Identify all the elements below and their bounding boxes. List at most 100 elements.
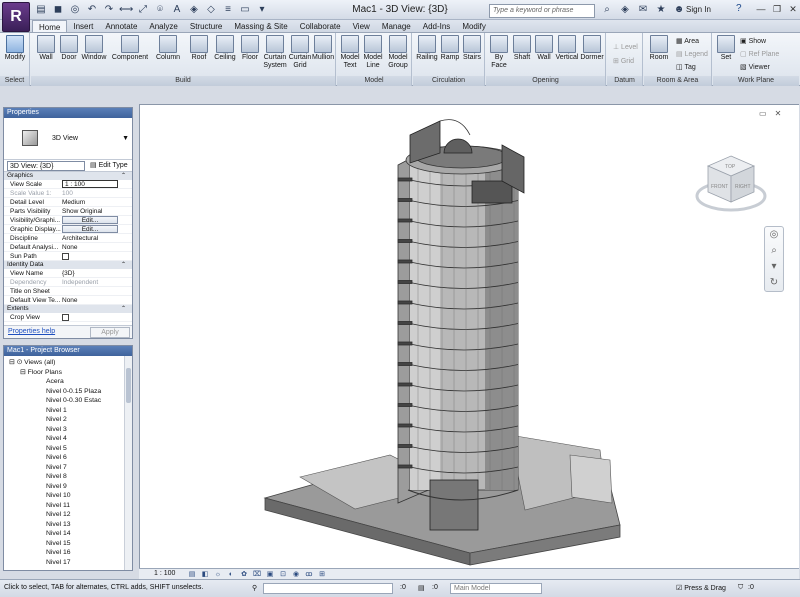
save-icon[interactable]: ◼ bbox=[51, 3, 65, 17]
view-scale-input[interactable]: 1 : 100 bbox=[62, 180, 118, 188]
railing-button[interactable]: Railing bbox=[415, 35, 439, 62]
tab-modify[interactable]: Modify bbox=[456, 20, 492, 32]
list-item[interactable]: Nivel 0-0.15 Plaza bbox=[4, 387, 124, 397]
close-view-icon[interactable]: ✕ bbox=[775, 109, 782, 118]
text-icon[interactable]: A bbox=[170, 3, 184, 17]
rendering-icon[interactable]: ✿ bbox=[239, 570, 249, 579]
list-item[interactable]: Nivel 4 bbox=[4, 434, 124, 444]
visual-style-icon[interactable]: ◧ bbox=[200, 570, 210, 579]
list-item[interactable]: Nivel 0-0.30 Estac bbox=[4, 396, 124, 406]
level-button[interactable]: ⊥ Level bbox=[613, 43, 638, 51]
tab-massing-site[interactable]: Massing & Site bbox=[228, 20, 293, 32]
dimension-icon[interactable]: ⤢ bbox=[136, 3, 150, 17]
model-text-button[interactable]: Model Text bbox=[339, 35, 361, 70]
group-graphics[interactable]: Graphics ⌃ bbox=[4, 172, 132, 180]
view-scale-control[interactable]: 1 : 100 bbox=[154, 570, 175, 577]
tab-home[interactable]: Home bbox=[32, 20, 68, 32]
tab-add-ins[interactable]: Add-Ins bbox=[417, 20, 457, 32]
list-item[interactable]: Nivel 8 bbox=[4, 472, 124, 482]
group-extents[interactable]: Extents ⌃ bbox=[4, 305, 132, 313]
room-button[interactable]: Room bbox=[646, 35, 672, 62]
thin-lines-icon[interactable]: ≡ bbox=[221, 3, 235, 17]
communication-icon[interactable]: ✉ bbox=[636, 3, 650, 17]
tab-structure[interactable]: Structure bbox=[184, 20, 228, 32]
list-item[interactable]: Nivel 14 bbox=[4, 529, 124, 539]
tab-analyze[interactable]: Analyze bbox=[143, 20, 183, 32]
press-drag-toggle[interactable]: ☑ Press & Drag bbox=[676, 584, 726, 592]
view-instance-dropdown[interactable]: 3D View: {3D} bbox=[7, 161, 85, 171]
sync-icon[interactable]: ◎ bbox=[68, 3, 82, 17]
detail-level-value[interactable]: Medium bbox=[62, 198, 132, 206]
crop-view-checkbox[interactable] bbox=[62, 314, 69, 321]
search-icon[interactable]: ⌕ bbox=[600, 3, 614, 17]
analytical-model-icon[interactable]: ⊞ bbox=[317, 570, 327, 579]
restore-view-icon[interactable]: ▭ bbox=[759, 109, 767, 118]
area-button[interactable]: ▦ Area bbox=[676, 37, 699, 45]
shaft-button[interactable]: Shaft bbox=[511, 35, 533, 62]
properties-help-link[interactable]: Properties help bbox=[8, 328, 55, 335]
detail-level-icon[interactable]: ▤ bbox=[187, 570, 197, 579]
apply-button[interactable]: Apply bbox=[90, 327, 130, 338]
pan-icon[interactable]: ▾ bbox=[765, 259, 783, 275]
list-item[interactable]: Nivel 1 bbox=[4, 406, 124, 416]
worksets-icon[interactable]: ⚲ bbox=[252, 584, 257, 592]
wall-button[interactable]: Wall bbox=[33, 35, 59, 62]
switch-windows-icon[interactable]: ▾ bbox=[255, 3, 269, 17]
list-item[interactable]: Nivel 9 bbox=[4, 482, 124, 492]
column-button[interactable]: Column bbox=[155, 35, 181, 62]
design-option-dropdown[interactable]: Main Model bbox=[450, 583, 542, 594]
mullion-button[interactable]: Mullion bbox=[312, 35, 334, 62]
curtain-system-button[interactable]: Curtain System bbox=[263, 35, 287, 70]
list-item[interactable]: Nivel 5 bbox=[4, 444, 124, 454]
scrollbar-thumb[interactable] bbox=[126, 368, 131, 403]
minimize-icon[interactable]: — bbox=[754, 2, 768, 16]
by-face-button[interactable]: By Face bbox=[488, 35, 510, 70]
list-item[interactable]: Nivel 6 bbox=[4, 453, 124, 463]
restore-icon[interactable]: ❐ bbox=[770, 2, 784, 16]
tag-icon[interactable]: ⌾ bbox=[153, 3, 167, 17]
section-icon[interactable]: ◇ bbox=[204, 3, 218, 17]
user-icon[interactable]: ☻ bbox=[672, 3, 686, 17]
parts-visibility-value[interactable]: Show Original bbox=[62, 207, 132, 215]
design-options-icon[interactable]: ▤ bbox=[418, 584, 425, 592]
modify-button[interactable]: Modify bbox=[3, 35, 27, 62]
grid-button[interactable]: ⊞ Grid bbox=[613, 57, 634, 65]
tab-annotate[interactable]: Annotate bbox=[99, 20, 143, 32]
tab-view[interactable]: View bbox=[347, 20, 376, 32]
workset-selector[interactable] bbox=[263, 583, 393, 594]
tree-node-floor-plans[interactable]: ⊟ Floor Plans bbox=[4, 368, 124, 378]
reveal-hidden-icon[interactable]: ꝏ bbox=[304, 570, 314, 579]
close-icon[interactable]: ✕ bbox=[786, 2, 800, 16]
list-item[interactable]: Nivel 3 bbox=[4, 425, 124, 435]
shadows-icon[interactable]: ◐ bbox=[226, 570, 236, 579]
favorites-icon[interactable]: ★ bbox=[654, 3, 668, 17]
3d-view-icon[interactable]: ◈ bbox=[187, 3, 201, 17]
ceiling-button[interactable]: Ceiling bbox=[212, 35, 238, 62]
type-selector[interactable]: 3D View ▼ bbox=[4, 118, 132, 160]
graphic-display-edit-button[interactable]: Edit... bbox=[62, 225, 118, 233]
list-item[interactable]: Acera bbox=[4, 377, 124, 387]
orbit-icon[interactable]: ↻ bbox=[765, 275, 783, 291]
open-icon[interactable]: ▤ bbox=[34, 3, 48, 17]
ramp-button[interactable]: Ramp bbox=[439, 35, 461, 62]
list-item[interactable]: Nivel 15 bbox=[4, 539, 124, 549]
show-crop-icon[interactable]: ▣ bbox=[265, 570, 275, 579]
measure-icon[interactable]: ⟷ bbox=[119, 3, 133, 17]
set-button[interactable]: Set bbox=[715, 35, 737, 62]
list-item[interactable]: Nivel 10 bbox=[4, 491, 124, 501]
sun-path-checkbox[interactable] bbox=[62, 253, 69, 260]
browser-scrollbar[interactable] bbox=[124, 356, 132, 570]
list-item[interactable]: Nivel 11 bbox=[4, 501, 124, 511]
roof-button[interactable]: Roof bbox=[188, 35, 210, 62]
tab-insert[interactable]: Insert bbox=[67, 20, 99, 32]
viewer-button[interactable]: ▧ Viewer bbox=[740, 63, 770, 71]
floor-button[interactable]: Floor bbox=[239, 35, 261, 62]
application-menu-button[interactable]: R bbox=[2, 2, 30, 32]
model-group-button[interactable]: Model Group bbox=[386, 35, 410, 70]
group-identity-data[interactable]: Identity Data ⌃ bbox=[4, 261, 132, 269]
zoom-icon[interactable]: ⌕ bbox=[765, 243, 783, 259]
help-icon[interactable]: ? bbox=[736, 3, 742, 14]
list-item[interactable]: Nivel 7 bbox=[4, 463, 124, 473]
visibility-edit-button[interactable]: Edit... bbox=[62, 216, 118, 224]
show-button[interactable]: ▣ Show bbox=[740, 37, 766, 45]
